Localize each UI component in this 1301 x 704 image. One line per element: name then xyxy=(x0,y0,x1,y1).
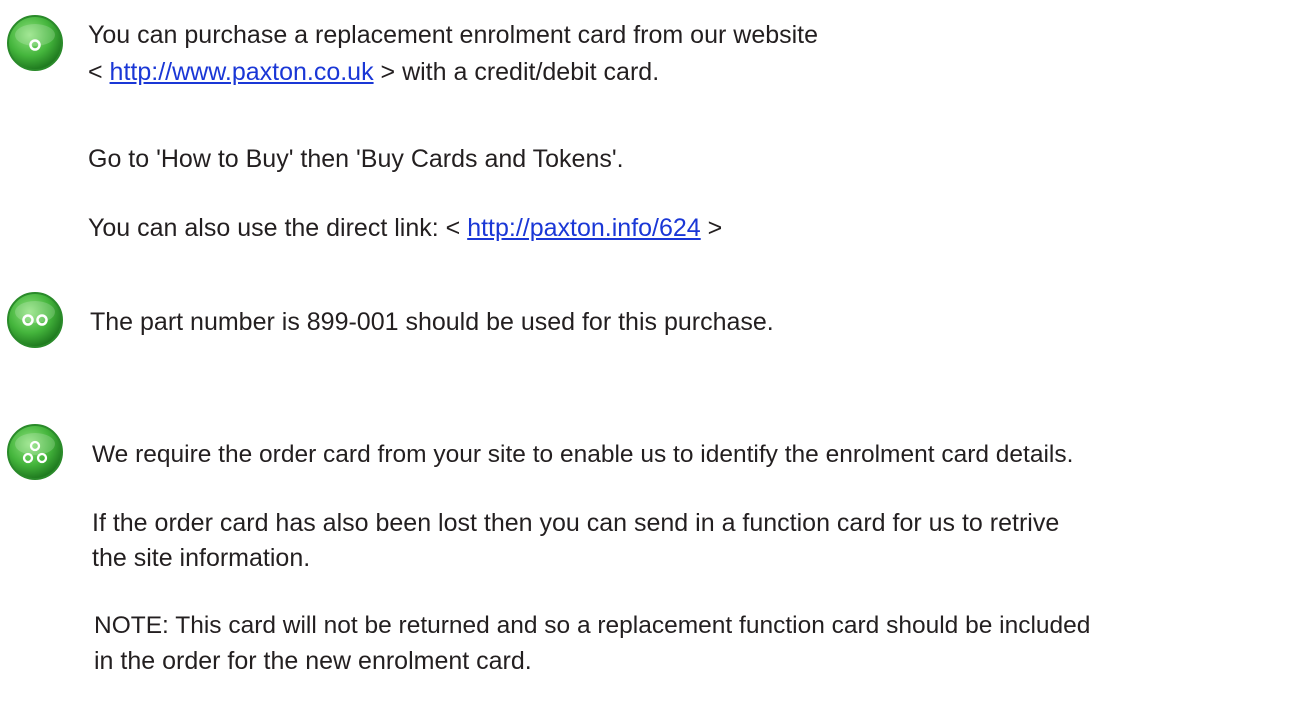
green-button-two-dots-icon xyxy=(7,292,63,348)
step3-line1: We require the order card from your site… xyxy=(92,441,1074,468)
step1-link-open: < xyxy=(88,58,110,86)
step1-direct-link-line: You can also use the direct link: < http… xyxy=(88,212,722,244)
step1-line1: You can purchase a replacement enrolment… xyxy=(88,21,819,49)
step2-part-number: The part number is 899-001 should be use… xyxy=(90,308,774,336)
step3-lost-order-card-line1: If the order card has also been lost the… xyxy=(92,509,1060,537)
paxton-website-link[interactable]: http://www.paxton.co.uk xyxy=(110,58,374,86)
step3-note-line1: NOTE: This card will not be returned and… xyxy=(94,612,1091,639)
step3-lost-order-card-line2: the site information. xyxy=(92,544,311,572)
step3-note-line2: in the order for the new enrolment card. xyxy=(94,647,532,673)
direct-link-suffix: > xyxy=(700,214,723,242)
step1-line2: < http://www.paxton.co.uk > with a credi… xyxy=(88,56,659,88)
step1-how-to-buy: Go to 'How to Buy' then 'Buy Cards and T… xyxy=(88,145,624,173)
green-button-three-dots-icon xyxy=(7,424,63,480)
green-button-one-dot-icon xyxy=(7,15,63,71)
paxton-direct-link[interactable]: http://paxton.info/624 xyxy=(467,214,701,242)
direct-link-prefix: You can also use the direct link: < xyxy=(88,214,468,242)
step1-link-close: > with a credit/debit card. xyxy=(373,58,660,86)
